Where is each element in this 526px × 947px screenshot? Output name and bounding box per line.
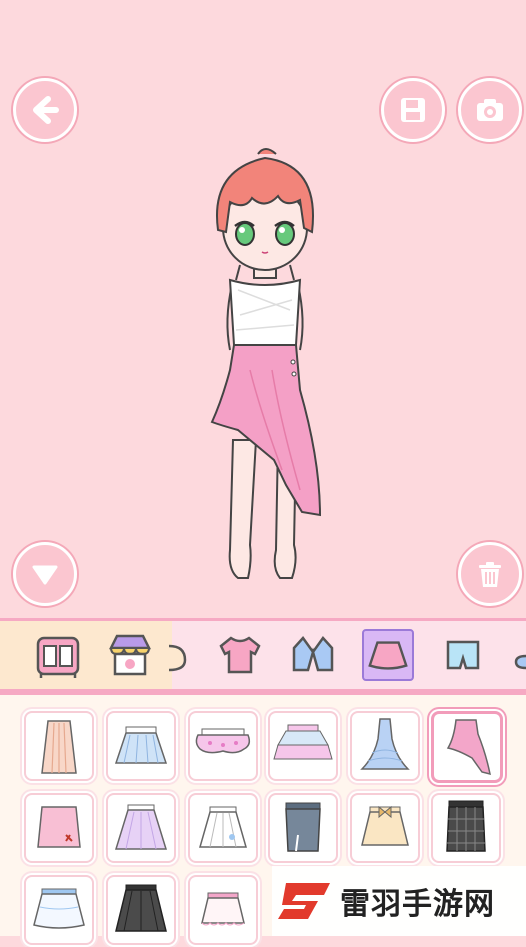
hat-category[interactable] <box>165 629 189 681</box>
item-cell-tiered-tutu-pastel[interactable] <box>268 711 338 781</box>
tiered-tutu-pastel-icon <box>273 724 333 760</box>
camera-icon <box>477 99 503 121</box>
item-cell-white-pleated-skirt[interactable] <box>188 793 258 863</box>
shirt-icon <box>219 636 261 674</box>
character-stage <box>0 0 526 618</box>
white-pleated-skirt-icon <box>199 806 247 848</box>
pink-wrap-skirt-icon <box>37 806 81 848</box>
item-cell-tutu-skirt-pink[interactable] <box>188 711 258 781</box>
item-cell-black-pleated-skirt[interactable] <box>106 875 176 945</box>
camera-button[interactable] <box>458 78 522 142</box>
item-cell-lavender-skirt[interactable] <box>106 793 176 863</box>
mermaid-skirt-blue-icon <box>360 718 410 770</box>
item-cell-long-pleated-skirt[interactable] <box>24 711 94 781</box>
arrow-left-icon <box>33 96 59 124</box>
black-plaid-skirt-icon <box>446 800 486 852</box>
asymmetric-ruffle-skirt-pink-icon <box>446 719 491 776</box>
cream-bow-skirt-icon <box>361 805 409 846</box>
shoe-icon <box>514 654 526 670</box>
wardrobe-icon <box>36 636 80 678</box>
black-pleated-skirt-icon <box>115 884 167 932</box>
delete-button[interactable] <box>458 542 522 606</box>
watermark: 雷羽手游网 <box>272 866 526 936</box>
item-cell-cream-bow-skirt[interactable] <box>350 793 420 863</box>
watermark-text: 雷羽手游网 <box>340 887 495 922</box>
wardrobe-category[interactable] <box>32 629 84 681</box>
item-cell-white-ruffle-skirt[interactable] <box>24 875 94 945</box>
item-cell-pleated-skirt-blue[interactable] <box>106 711 176 781</box>
skirt-icon <box>368 641 408 670</box>
item-cell-asymmetric-ruffle-skirt-pink[interactable] <box>431 711 503 783</box>
white-lace-skirt-icon <box>201 892 245 926</box>
item-cell-pink-wrap-skirt[interactable] <box>24 793 94 863</box>
item-cell-mermaid-skirt-blue[interactable] <box>350 711 420 781</box>
back-button[interactable] <box>13 78 77 142</box>
shop-icon <box>108 634 152 676</box>
collapse-panel-button[interactable] <box>13 542 77 606</box>
item-cell-grey-slit-pencil-skirt[interactable] <box>268 793 338 863</box>
hat-icon <box>168 644 187 672</box>
floppy-disk-icon <box>401 98 425 122</box>
top-category[interactable] <box>214 629 266 681</box>
skirt-category[interactable] <box>362 629 414 681</box>
lavender-skirt-icon <box>114 804 168 850</box>
shorts-category[interactable] <box>437 629 489 681</box>
jacket-icon <box>292 636 334 672</box>
trash-icon <box>479 562 501 587</box>
grey-slit-pencil-skirt-icon <box>285 802 321 852</box>
pleated-skirt-blue-icon <box>114 726 168 764</box>
jacket-category[interactable] <box>287 629 339 681</box>
category-bar <box>0 618 526 692</box>
watermark-logo-icon <box>278 883 330 919</box>
triangle-down-icon <box>32 565 58 585</box>
long-pleated-skirt-icon <box>41 720 77 774</box>
save-button[interactable] <box>381 78 445 142</box>
character-avatar[interactable] <box>190 140 340 585</box>
shorts-icon <box>446 640 480 670</box>
item-cell-white-lace-skirt[interactable] <box>188 875 258 945</box>
tutu-skirt-pink-icon <box>195 728 251 754</box>
white-ruffle-skirt-icon <box>33 888 85 929</box>
shoe-category[interactable] <box>510 629 526 681</box>
item-cell-black-plaid-skirt[interactable] <box>431 793 501 863</box>
shop-category[interactable] <box>104 629 156 681</box>
